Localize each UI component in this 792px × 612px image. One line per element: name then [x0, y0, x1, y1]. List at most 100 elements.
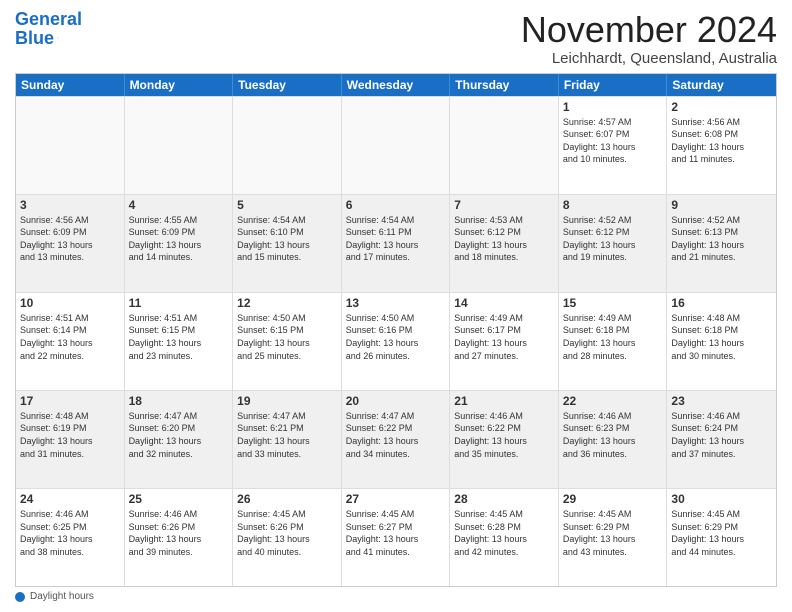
cal-cell: 6 Sunrise: 4:54 AM Sunset: 6:11 PM Daylig… [342, 195, 451, 292]
cal-header-saturday: Saturday [667, 74, 776, 96]
day-info: Sunrise: 4:52 AM Sunset: 6:13 PM Dayligh… [671, 214, 772, 264]
header: General Blue November 2024 Leichhardt, Q… [15, 10, 777, 67]
day-number: 24 [20, 492, 120, 506]
day-info: Sunrise: 4:47 AM Sunset: 6:21 PM Dayligh… [237, 410, 337, 460]
day-number: 25 [129, 492, 229, 506]
day-info: Sunrise: 4:49 AM Sunset: 6:18 PM Dayligh… [563, 312, 663, 362]
cal-cell: 4 Sunrise: 4:55 AM Sunset: 6:09 PM Daylig… [125, 195, 234, 292]
day-number: 16 [671, 296, 772, 310]
day-info: Sunrise: 4:46 AM Sunset: 6:22 PM Dayligh… [454, 410, 554, 460]
cal-week-4: 17Sunrise: 4:48 AM Sunset: 6:19 PM Dayli… [16, 390, 776, 488]
cal-header-wednesday: Wednesday [342, 74, 451, 96]
day-number: 7 [454, 198, 554, 212]
cal-cell: 30Sunrise: 4:45 AM Sunset: 6:29 PM Dayli… [667, 489, 776, 586]
logo: General Blue [15, 10, 59, 48]
cal-cell: 12 Sunrise: 4:50 AM Sunset: 6:15 PM Dayli… [233, 293, 342, 390]
day-number: 8 [563, 198, 663, 212]
logo-blue: Blue [15, 29, 59, 48]
day-info: Sunrise: 4:56 AM Sunset: 6:08 PM Dayligh… [671, 116, 772, 166]
cal-cell [450, 97, 559, 194]
day-info: Sunrise: 4:54 AM Sunset: 6:11 PM Dayligh… [346, 214, 446, 264]
cal-week-2: 3 Sunrise: 4:56 AM Sunset: 6:09 PM Daylig… [16, 194, 776, 292]
day-number: 29 [563, 492, 663, 506]
cal-cell: 13 Sunrise: 4:50 AM Sunset: 6:16 PM Dayli… [342, 293, 451, 390]
day-number: 18 [129, 394, 229, 408]
cal-cell: 15Sunrise: 4:49 AM Sunset: 6:18 PM Dayli… [559, 293, 668, 390]
day-number: 27 [346, 492, 446, 506]
day-info: Sunrise: 4:50 AM Sunset: 6:16 PM Dayligh… [346, 312, 446, 362]
day-info: Sunrise: 4:49 AM Sunset: 6:17 PM Dayligh… [454, 312, 554, 362]
cal-cell: 25 Sunrise: 4:46 AM Sunset: 6:26 PM Dayli… [125, 489, 234, 586]
cal-cell [233, 97, 342, 194]
day-number: 5 [237, 198, 337, 212]
cal-cell: 5Sunrise: 4:54 AM Sunset: 6:10 PM Daylig… [233, 195, 342, 292]
cal-week-5: 24 Sunrise: 4:46 AM Sunset: 6:25 PM Dayli… [16, 488, 776, 586]
day-info: Sunrise: 4:51 AM Sunset: 6:15 PM Dayligh… [129, 312, 229, 362]
day-number: 13 [346, 296, 446, 310]
day-number: 21 [454, 394, 554, 408]
day-info: Sunrise: 4:53 AM Sunset: 6:12 PM Dayligh… [454, 214, 554, 264]
day-info: Sunrise: 4:46 AM Sunset: 6:26 PM Dayligh… [129, 508, 229, 558]
cal-week-1: 1 Sunrise: 4:57 AM Sunset: 6:07 PM Daylig… [16, 96, 776, 194]
cal-cell: 28 Sunrise: 4:45 AM Sunset: 6:28 PM Dayli… [450, 489, 559, 586]
footer-label: Daylight hours [30, 591, 94, 602]
day-info: Sunrise: 4:56 AM Sunset: 6:09 PM Dayligh… [20, 214, 120, 264]
cal-cell: 18 Sunrise: 4:47 AM Sunset: 6:20 PM Dayli… [125, 391, 234, 488]
day-info: Sunrise: 4:45 AM Sunset: 6:26 PM Dayligh… [237, 508, 337, 558]
day-number: 19 [237, 394, 337, 408]
cal-cell: 3 Sunrise: 4:56 AM Sunset: 6:09 PM Daylig… [16, 195, 125, 292]
cal-cell: 22Sunrise: 4:46 AM Sunset: 6:23 PM Dayli… [559, 391, 668, 488]
title-block: November 2024 Leichhardt, Queensland, Au… [521, 10, 777, 67]
day-info: Sunrise: 4:55 AM Sunset: 6:09 PM Dayligh… [129, 214, 229, 264]
cal-cell [342, 97, 451, 194]
footer: Daylight hours [15, 591, 777, 602]
cal-cell: 14 Sunrise: 4:49 AM Sunset: 6:17 PM Dayli… [450, 293, 559, 390]
day-info: Sunrise: 4:45 AM Sunset: 6:28 PM Dayligh… [454, 508, 554, 558]
day-info: Sunrise: 4:46 AM Sunset: 6:23 PM Dayligh… [563, 410, 663, 460]
cal-cell: 2Sunrise: 4:56 AM Sunset: 6:08 PM Daylig… [667, 97, 776, 194]
day-number: 11 [129, 296, 229, 310]
cal-cell: 16 Sunrise: 4:48 AM Sunset: 6:18 PM Dayli… [667, 293, 776, 390]
day-number: 14 [454, 296, 554, 310]
day-number: 3 [20, 198, 120, 212]
day-number: 12 [237, 296, 337, 310]
cal-cell [16, 97, 125, 194]
cal-cell: 24 Sunrise: 4:46 AM Sunset: 6:25 PM Dayli… [16, 489, 125, 586]
day-info: Sunrise: 4:57 AM Sunset: 6:07 PM Dayligh… [563, 116, 663, 166]
cal-cell: 9 Sunrise: 4:52 AM Sunset: 6:13 PM Daylig… [667, 195, 776, 292]
cal-cell: 20 Sunrise: 4:47 AM Sunset: 6:22 PM Dayli… [342, 391, 451, 488]
day-number: 20 [346, 394, 446, 408]
day-info: Sunrise: 4:46 AM Sunset: 6:25 PM Dayligh… [20, 508, 120, 558]
cal-cell: 1 Sunrise: 4:57 AM Sunset: 6:07 PM Daylig… [559, 97, 668, 194]
day-info: Sunrise: 4:48 AM Sunset: 6:18 PM Dayligh… [671, 312, 772, 362]
cal-header-monday: Monday [125, 74, 234, 96]
cal-cell: 21 Sunrise: 4:46 AM Sunset: 6:22 PM Dayli… [450, 391, 559, 488]
cal-header-friday: Friday [559, 74, 668, 96]
day-number: 9 [671, 198, 772, 212]
day-number: 4 [129, 198, 229, 212]
cal-header-thursday: Thursday [450, 74, 559, 96]
day-number: 26 [237, 492, 337, 506]
day-info: Sunrise: 4:45 AM Sunset: 6:29 PM Dayligh… [563, 508, 663, 558]
calendar: SundayMondayTuesdayWednesdayThursdayFrid… [15, 73, 777, 587]
cal-cell: 17Sunrise: 4:48 AM Sunset: 6:19 PM Dayli… [16, 391, 125, 488]
day-number: 28 [454, 492, 554, 506]
cal-cell: 11 Sunrise: 4:51 AM Sunset: 6:15 PM Dayli… [125, 293, 234, 390]
day-info: Sunrise: 4:47 AM Sunset: 6:22 PM Dayligh… [346, 410, 446, 460]
page: General Blue November 2024 Leichhardt, Q… [0, 0, 792, 612]
day-info: Sunrise: 4:50 AM Sunset: 6:15 PM Dayligh… [237, 312, 337, 362]
day-number: 10 [20, 296, 120, 310]
day-number: 1 [563, 100, 663, 114]
cal-cell: 26 Sunrise: 4:45 AM Sunset: 6:26 PM Dayli… [233, 489, 342, 586]
day-number: 17 [20, 394, 120, 408]
logo-general: General [15, 9, 82, 29]
cal-week-3: 10Sunrise: 4:51 AM Sunset: 6:14 PM Dayli… [16, 292, 776, 390]
day-info: Sunrise: 4:47 AM Sunset: 6:20 PM Dayligh… [129, 410, 229, 460]
calendar-header: SundayMondayTuesdayWednesdayThursdayFrid… [16, 74, 776, 96]
day-number: 6 [346, 198, 446, 212]
day-info: Sunrise: 4:45 AM Sunset: 6:27 PM Dayligh… [346, 508, 446, 558]
location: Leichhardt, Queensland, Australia [521, 50, 777, 67]
month-title: November 2024 [521, 10, 777, 50]
calendar-body: 1 Sunrise: 4:57 AM Sunset: 6:07 PM Daylig… [16, 96, 776, 586]
cal-header-tuesday: Tuesday [233, 74, 342, 96]
